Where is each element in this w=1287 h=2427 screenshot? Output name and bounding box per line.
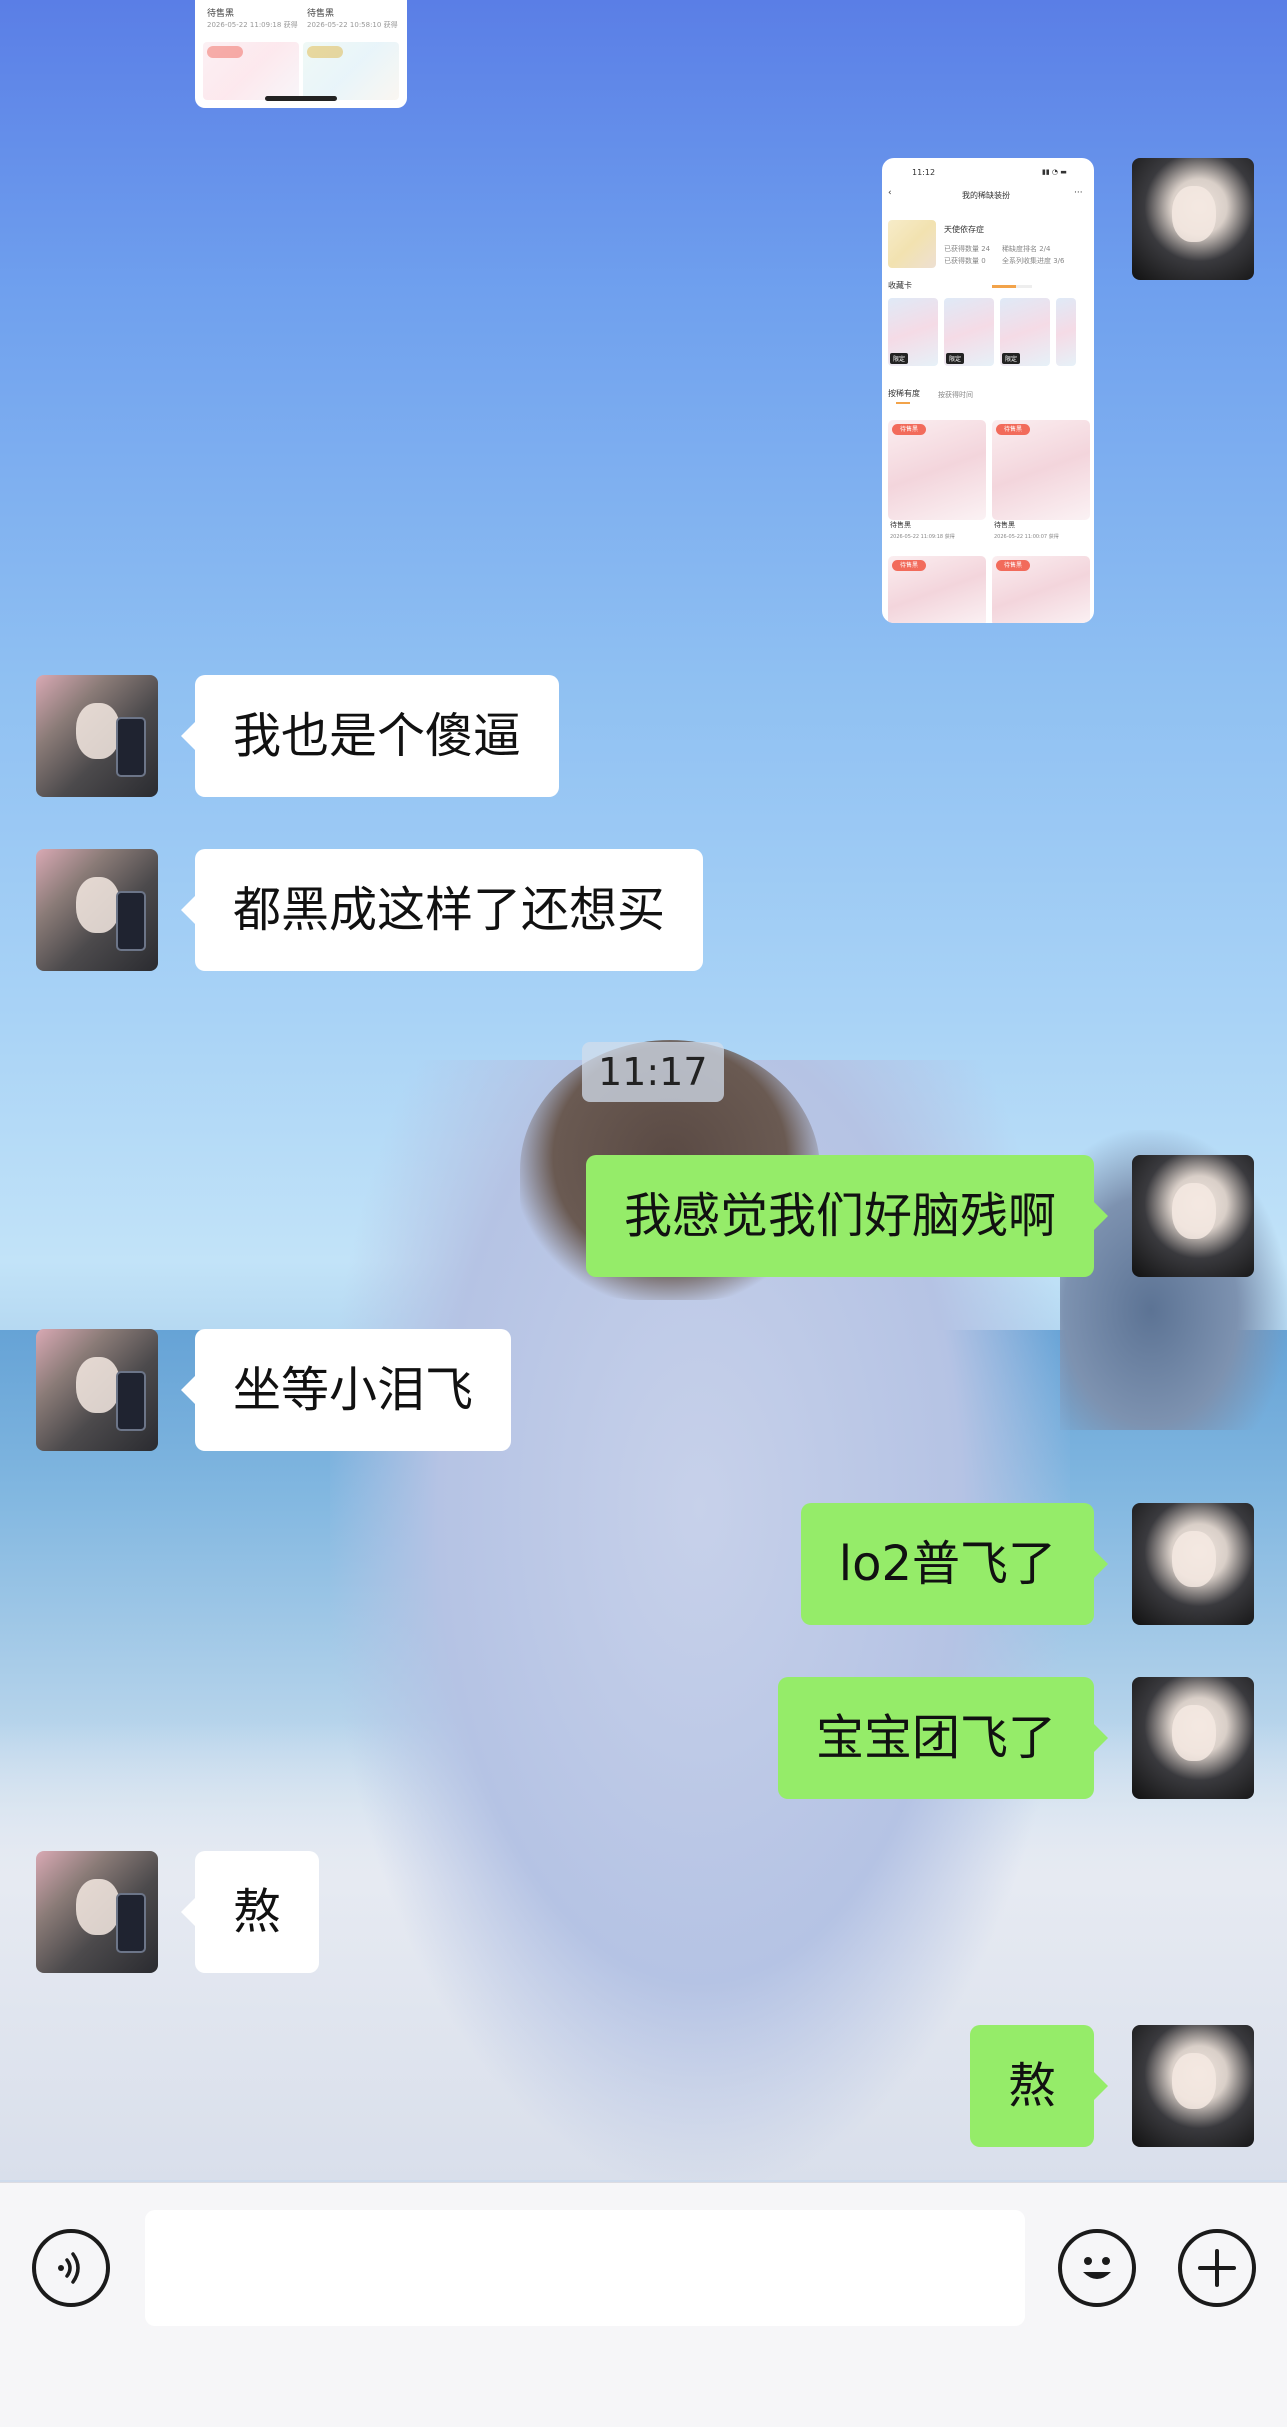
section-title: 收藏卡: [888, 281, 912, 290]
self-avatar[interactable]: [1132, 1677, 1254, 1799]
shared-image-screenshot[interactable]: 11:12 ▮▮ ◔ ▬ ‹ 我的稀缺装扮 ··· 天使依存症 已获得数量 24…: [882, 158, 1094, 623]
grid-item[interactable]: [888, 420, 986, 520]
collection-cover: [888, 220, 936, 268]
message-bubble-incoming[interactable]: 我也是个傻逼: [180, 675, 560, 797]
grid-item[interactable]: [992, 420, 1090, 520]
voice-icon: [58, 2252, 80, 2284]
message-timestamp: 11:17: [582, 1042, 724, 1102]
self-avatar[interactable]: [1132, 1503, 1254, 1625]
item-title: 待售黑: [307, 9, 335, 19]
message-bubble-outgoing[interactable]: lo2普飞了: [800, 1503, 1109, 1625]
contact-avatar[interactable]: [36, 849, 158, 971]
self-avatar[interactable]: [1132, 2025, 1254, 2147]
item-name: 待售黑: [994, 521, 1015, 529]
item-tag: 待售黑: [996, 560, 1030, 571]
page-title: 我的稀缺装扮: [962, 191, 1010, 200]
item-tag: 待售黑: [996, 424, 1030, 435]
collection-stat: 稀缺度排名 2/4: [1002, 245, 1051, 253]
message-bubble-outgoing[interactable]: 宝宝团飞了: [777, 1677, 1109, 1799]
card-strip[interactable]: 限定 限定 限定: [888, 298, 1076, 366]
item-tag: 待售黑: [892, 424, 926, 435]
contact-avatar[interactable]: [36, 1329, 158, 1451]
collection-stat: 全系列收集进度 3/6: [1002, 257, 1065, 265]
status-time: 11:12: [912, 168, 936, 177]
item-thumbnail: [203, 42, 299, 100]
collection-stat: 已获得数量 0: [944, 257, 986, 265]
home-indicator: [265, 96, 337, 101]
message-bubble-outgoing[interactable]: 我感觉我们好脑残啊: [585, 1155, 1109, 1277]
progress-track: [992, 285, 1032, 288]
contact-avatar[interactable]: [36, 1851, 158, 1973]
emoji-button[interactable]: [1058, 2229, 1136, 2307]
mini-card[interactable]: 限定: [944, 298, 994, 366]
item-date: 2026-05-22 11:09:18 获得: [207, 21, 298, 29]
message-bubble-incoming[interactable]: 熬: [180, 1851, 320, 1973]
message-bubble-incoming[interactable]: 坐等小泪飞: [180, 1329, 512, 1451]
item-date: 2026-05-22 11:00:07 获得: [994, 534, 1059, 540]
message-input[interactable]: [145, 2210, 1025, 2326]
plus-icon: [1198, 2249, 1236, 2287]
collection-name: 天使依存症: [944, 225, 984, 234]
tab-time[interactable]: 按获得时间: [938, 390, 973, 400]
message-bubble-incoming[interactable]: 都黑成这样了还想买: [180, 849, 704, 971]
item-name: 待售黑: [890, 521, 911, 529]
collection-stat: 已获得数量 24: [944, 245, 991, 253]
tab-rarity[interactable]: 按稀有度: [888, 388, 920, 399]
more-icon: ···: [1074, 188, 1083, 198]
item-date: 2026-05-22 10:58:10 获得: [307, 21, 398, 29]
back-icon: ‹: [888, 188, 892, 198]
status-icons: ▮▮ ◔ ▬: [1042, 168, 1067, 176]
item-date: 2026-05-22 11:09:18 获得: [890, 534, 955, 540]
contact-avatar[interactable]: [36, 675, 158, 797]
item-tag: 待售黑: [892, 560, 926, 571]
mini-card[interactable]: [1056, 298, 1076, 366]
emoji-icon: [1083, 2257, 1111, 2279]
item-thumbnail: [303, 42, 399, 100]
voice-button[interactable]: [32, 2229, 110, 2307]
tab-indicator: [896, 402, 910, 404]
mini-card[interactable]: 限定: [1000, 298, 1050, 366]
self-avatar[interactable]: [1132, 158, 1254, 280]
self-avatar[interactable]: [1132, 1155, 1254, 1277]
message-bubble-outgoing[interactable]: 熬: [969, 2025, 1109, 2147]
shared-image-top[interactable]: 待售黑 待售黑 2026-05-22 11:09:18 获得 2026-05-2…: [195, 0, 407, 108]
mini-card[interactable]: 限定: [888, 298, 938, 366]
plus-button[interactable]: [1178, 2229, 1256, 2307]
item-title: 待售黑: [207, 9, 235, 19]
